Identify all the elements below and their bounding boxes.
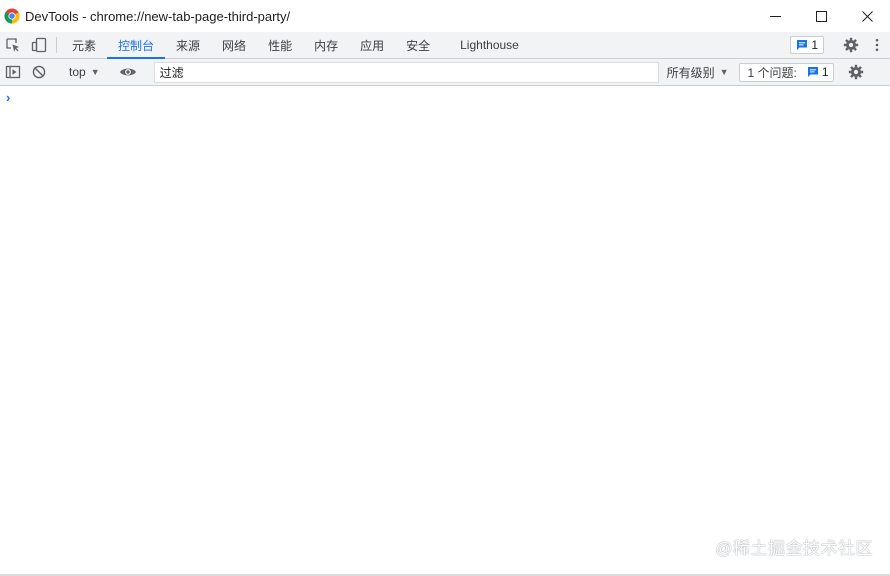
panel-tabbar: 元素 控制台 来源 网络 性能 内存 应用 安全 Lighthouse 1 <box>0 32 890 59</box>
gear-icon <box>843 37 859 53</box>
execution-context-select[interactable]: top ▼ <box>61 59 106 85</box>
issues-counter-label: 1 个问题: <box>747 65 797 80</box>
close-button[interactable] <box>844 0 890 32</box>
eye-icon <box>119 68 136 76</box>
execution-context-value: top <box>69 65 86 79</box>
issues-badge-count: 1 <box>811 38 818 52</box>
title-bar: DevTools - chrome://new-tab-page-third-p… <box>0 0 890 32</box>
tab-security[interactable]: 安全 <box>395 32 441 58</box>
sidebar-toggle-icon <box>5 65 21 79</box>
tab-sources[interactable]: 来源 <box>165 32 211 58</box>
device-toolbar-icon <box>31 37 47 53</box>
gear-icon <box>848 64 863 80</box>
kebab-menu-icon <box>875 38 879 52</box>
clear-console-icon <box>32 65 46 79</box>
minimize-button[interactable] <box>752 0 798 32</box>
tab-elements[interactable]: 元素 <box>61 32 107 58</box>
console-prompt-icon: › <box>6 90 11 105</box>
caret-down-icon: ▼ <box>90 67 100 77</box>
log-levels-value: 所有级别 <box>666 65 715 80</box>
clear-console-button[interactable] <box>26 59 52 85</box>
toolbar-divider <box>56 37 57 53</box>
log-levels-select[interactable]: 所有级别 ▼ <box>659 59 735 85</box>
issue-message-icon <box>807 67 818 77</box>
tab-memory[interactable]: 内存 <box>303 32 349 58</box>
issues-counter-button[interactable]: 1 个问题: 1 <box>738 62 834 82</box>
issue-message-icon <box>797 40 808 50</box>
device-toolbar-button[interactable] <box>26 32 52 58</box>
minimize-icon <box>769 15 781 17</box>
watermark: @稀土掘金技术社区 <box>715 539 873 558</box>
issues-badge-button[interactable]: 1 <box>790 36 824 54</box>
settings-button[interactable] <box>838 32 864 58</box>
console-settings-button[interactable] <box>843 59 869 85</box>
issues-counter-count: 1 <box>821 65 829 79</box>
maximize-button[interactable] <box>798 0 844 32</box>
console-output-area[interactable]: › <box>0 87 890 576</box>
console-toolbar: top ▼ 所有级别 ▼ 1 个问题: 1 <box>0 59 890 86</box>
window-controls <box>752 0 890 32</box>
live-expression-button[interactable] <box>115 59 141 85</box>
issues-counter-badge: 1 <box>807 65 829 79</box>
tab-network[interactable]: 网络 <box>211 32 257 58</box>
caret-down-icon: ▼ <box>719 67 729 77</box>
tabbar-right-actions: 1 <box>790 32 890 58</box>
window-title: DevTools - chrome://new-tab-page-third-p… <box>25 8 291 24</box>
tab-console[interactable]: 控制台 <box>107 32 166 59</box>
filter-input[interactable] <box>153 61 659 83</box>
chrome-icon <box>4 8 20 24</box>
more-options-button[interactable] <box>864 32 890 58</box>
tab-performance[interactable]: 性能 <box>257 32 303 58</box>
close-icon <box>861 10 873 22</box>
inspect-element-icon <box>6 38 19 52</box>
maximize-icon <box>815 10 827 22</box>
tab-lighthouse[interactable]: Lighthouse <box>449 32 530 58</box>
inspect-element-button[interactable] <box>0 32 26 58</box>
sidebar-toggle-button[interactable] <box>0 59 26 85</box>
tab-application[interactable]: 应用 <box>349 32 395 58</box>
